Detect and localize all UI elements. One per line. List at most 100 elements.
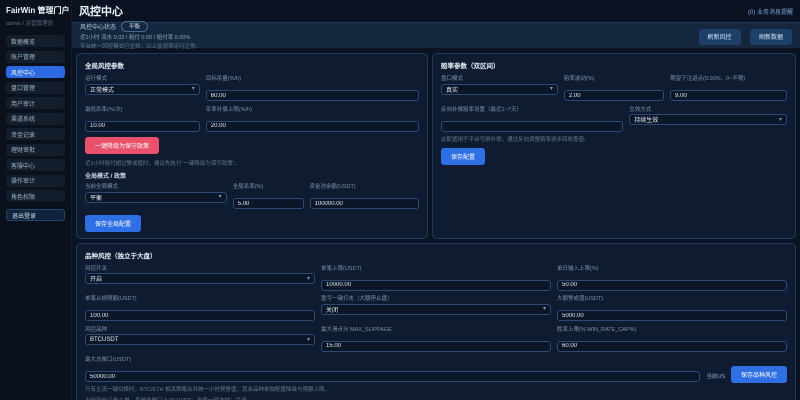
risk-symbol-value: BTCUSDT — [90, 337, 118, 343]
market-mode-select[interactable]: 真实 ▾ — [441, 84, 558, 95]
chevron-down-icon: ▾ — [550, 86, 553, 92]
downgrade-note: 近1小时赔付超过警戒值时，建议先执行“一键降级为保守政策”。 — [85, 159, 419, 167]
policy-mode-value: 平衡 — [90, 193, 102, 202]
kill-min-label: 最低杀率(%/次) — [85, 105, 200, 113]
breadcrumb: admin / 运营管理员 — [6, 19, 65, 27]
stoploss-input[interactable] — [85, 310, 315, 321]
effect-mode-label: 生效方式 — [629, 105, 787, 113]
max-exposure-label: 最大总敞口(USDT) — [85, 355, 700, 363]
chevron-down-icon: ▾ — [192, 86, 195, 92]
status-badge: 平衡 — [121, 21, 148, 32]
save-odds-config-button[interactable]: 保存配置 — [441, 148, 485, 165]
chevron-down-icon: ▾ — [307, 337, 310, 343]
chevron-down-icon: ▾ — [779, 117, 782, 123]
kill-cap-label: 杀率补偿上限(%/h) — [206, 105, 419, 113]
chevron-down-icon: ▾ — [307, 276, 310, 282]
sidebar-item-wealth-review[interactable]: 理财审批 — [6, 144, 65, 156]
status-stats: 近1小时 流水 0.02 / 赔付 0.00 / 赔付率 0.00% — [80, 33, 201, 41]
risk-symbol-select[interactable]: BTCUSDT ▾ — [85, 334, 315, 345]
save-global-config-button[interactable]: 保存全局配置 — [85, 215, 141, 232]
symbol-note-1: 只有主流一键切换时，BTC/ETH 相关策略合并统一小时预警值；其余品种单独配置… — [85, 385, 787, 393]
policy-mode-select[interactable]: 平衡 ▾ — [85, 192, 227, 203]
alert-threshold-input[interactable] — [557, 310, 787, 321]
kill-min-input[interactable] — [85, 121, 200, 132]
top-bar: 风控中心 (0) 业务消息提醒 — [72, 0, 800, 22]
stoploss-label: 单笔止损限额(USDT) — [85, 294, 315, 302]
compensate-input[interactable] — [441, 121, 623, 132]
daily-cap-input[interactable] — [557, 280, 787, 291]
odds-panel-title: 赔率参数（双区间） — [441, 60, 787, 70]
exposure-summary: 当前USDT风控总览：敞口 0.00 / 50000.00 (0.00%)｜影响… — [706, 372, 725, 383]
odds-note: 此配置用于平台亏损补偿，通过反向调整赔率逐步回收差值。 — [441, 135, 787, 143]
run-mode-label: 运行模式 — [85, 74, 200, 82]
run-mode-value: 正常模式 — [90, 85, 114, 94]
sidebar-item-ops-audit[interactable]: 操作审计 — [6, 175, 65, 187]
sidebar-item-funds[interactable]: 资金记录 — [6, 128, 65, 140]
sidebar-item-risk-center[interactable]: 风控中心 — [6, 66, 65, 78]
winrate-cap-input[interactable] — [557, 341, 787, 352]
daily-cap-label: 单日输入上限(%) — [557, 264, 787, 272]
business-message-link[interactable]: (0) 业务消息提醒 — [748, 7, 793, 16]
winrate-cap-label: 胜率上限(% WIN_RATE_CAP%) — [557, 325, 787, 333]
refresh-risk-button[interactable]: 刷新风控 — [699, 29, 741, 45]
sidebar-item-accounts[interactable]: 账户管理 — [6, 51, 65, 63]
sidebar: FairWin 管理门户 admin / 运营管理员 数据概览 账户管理 风控中… — [0, 0, 72, 400]
max-slippage-label: 最大滑点分 MAX_SLIPPAGE — [321, 325, 551, 333]
sidebar-item-overview[interactable]: 数据概览 — [6, 35, 65, 47]
per-order-limit-input[interactable] — [321, 280, 551, 291]
logout-button[interactable]: 退出登录 — [6, 209, 65, 221]
effect-mode-value: 持续生效 — [634, 115, 658, 124]
rebate-label: 期望下注返点(0.00%，0~不限) — [670, 74, 787, 82]
sidebar-item-market[interactable]: 盘口管理 — [6, 82, 65, 94]
policy-section-title: 全局模式 / 政策 — [85, 171, 419, 180]
refresh-data-button[interactable]: 刷新数据 — [750, 29, 792, 45]
chevron-down-icon: ▾ — [219, 194, 222, 200]
policy-rate-label: 全局杀率(%) — [233, 182, 304, 190]
save-symbol-risk-button[interactable]: 保存品种风控 — [731, 366, 787, 383]
per-order-limit-label: 单笔上限(USDT) — [321, 264, 551, 272]
sidebar-item-roles[interactable]: 角色权限 — [6, 190, 65, 202]
market-mode-label: 盘口模式 — [441, 74, 558, 82]
pool-label: 资金池余额(USDT) — [310, 182, 419, 190]
odds-fluctuation-label: 赔率波动(%) — [564, 74, 664, 82]
app-window: FairWin 管理门户 admin / 运营管理员 数据概览 账户管理 风控中… — [0, 0, 800, 400]
rebate-input[interactable] — [670, 90, 787, 101]
max-slippage-input[interactable] — [321, 341, 551, 352]
status-info: 风控中心状态 平衡 近1小时 流水 0.02 / 赔付 0.00 / 赔付率 0… — [80, 21, 201, 51]
status-actions: 刷新风控 刷新数据 — [694, 26, 792, 45]
kill-hour-input[interactable] — [206, 90, 419, 101]
pool-input[interactable] — [310, 198, 419, 209]
symbol-note-2: 当前持仓订单 0 单，系统总敞口 0.00 USDT；全局一键冻结：关闭 — [85, 396, 787, 400]
strike-mode-label: 盈亏一键打击（大额停止盘） — [321, 294, 551, 302]
compensate-label: 反向补偿赔率设置（最近1~7天） — [441, 105, 623, 113]
risk-symbol-label: 风控品种 — [85, 325, 315, 333]
strike-mode-value: 关闭 — [326, 305, 338, 314]
sidebar-nav: 数据概览 账户管理 风控中心 盘口管理 用户审计 渠道系统 资金记录 理财审批 … — [6, 35, 65, 202]
sidebar-item-user-audit[interactable]: 用户审计 — [6, 97, 65, 109]
run-mode-select[interactable]: 正常模式 ▾ — [85, 84, 200, 95]
policy-rate-input[interactable] — [233, 198, 304, 209]
status-bar: 风控中心状态 平衡 近1小时 流水 0.02 / 赔付 0.00 / 赔付率 0… — [72, 22, 800, 49]
risk-switch-value: 开启 — [90, 274, 102, 283]
sidebar-item-channels[interactable]: 渠道系统 — [6, 113, 65, 125]
kill-hour-label: 目标杀量(%/h) — [206, 74, 419, 82]
odds-fluctuation-input[interactable] — [564, 90, 664, 101]
global-panel-title: 全局风控参数 — [85, 60, 419, 70]
effect-mode-select[interactable]: 持续生效 ▾ — [629, 114, 787, 125]
market-mode-value: 真实 — [446, 85, 458, 94]
main-content: 风控中心 (0) 业务消息提醒 风控中心状态 平衡 近1小时 流水 0.02 /… — [72, 0, 800, 400]
sidebar-item-support-center[interactable]: 客服中心 — [6, 159, 65, 171]
chevron-down-icon: ▾ — [543, 306, 546, 312]
brand-title: FairWin 管理门户 — [6, 5, 65, 16]
strike-mode-select[interactable]: 关闭 ▾ — [321, 304, 551, 315]
risk-switch-select[interactable]: 开启 ▾ — [85, 273, 315, 284]
kill-cap-input[interactable] — [206, 121, 419, 132]
alert-threshold-label: 大额警戒值(USDT) — [557, 294, 787, 302]
policy-mode-label: 当前全局模式 — [85, 182, 227, 190]
downgrade-policy-button[interactable]: 一键降级为保守政策 — [85, 137, 159, 154]
status-label: 风控中心状态 — [80, 22, 116, 31]
symbol-risk-panel: 品种风控（独立于大盘） 风控开关 开启 ▾ 单笔上限(USDT) — [76, 243, 796, 400]
symbol-panel-title: 品种风控（独立于大盘） — [85, 250, 787, 260]
max-exposure-input[interactable] — [85, 371, 700, 382]
odds-params-panel: 赔率参数（双区间） 盘口模式 真实 ▾ 赔率波动(%) — [432, 53, 796, 239]
